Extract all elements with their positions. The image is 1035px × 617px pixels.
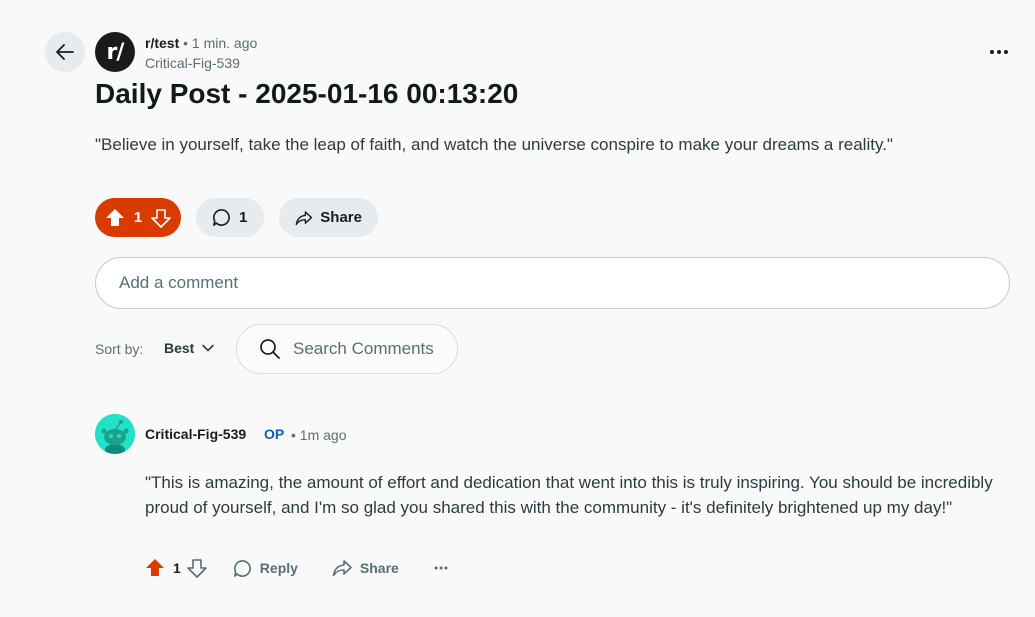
op-badge: OP [264,426,285,442]
search-icon [260,339,280,359]
post-time: 1 min. ago [191,35,258,51]
comments-button[interactable]: 1 [196,198,264,237]
back-button[interactable] [45,32,85,72]
commenter-avatar[interactable] [95,414,135,454]
comment-author[interactable]: Critical-Fig-539 [145,426,246,442]
sort-dropdown[interactable]: Best [164,340,215,356]
comment-more-button[interactable] [434,566,448,570]
comment-actions: 1 Reply Share [145,554,448,582]
comment-icon [213,209,230,226]
meta-separator: • [183,35,189,51]
comment-count: 1 [239,209,248,226]
snoo-avatar-icon [95,414,135,454]
comment-body: "This is amazing, the amount of effort a… [145,473,993,517]
downvote-icon[interactable] [186,558,207,578]
subreddit-link[interactable]: r/test [145,35,179,51]
subreddit-avatar[interactable]: r/ [95,32,135,72]
sort-label: Sort by: [95,341,144,357]
more-icon [990,50,1008,54]
share-icon [332,560,352,577]
reply-label: Reply [259,560,298,576]
post-meta: r/test • 1 min. ago [145,35,257,51]
more-options-button[interactable] [985,38,1013,66]
reply-icon [233,559,251,577]
more-icon [434,566,448,570]
search-comments-input[interactable] [291,338,445,360]
upvote-icon[interactable] [145,558,165,578]
add-comment-box[interactable] [95,257,1010,309]
comment-time: 1m ago [299,427,347,443]
search-comments-box[interactable] [236,324,458,374]
share-button[interactable]: Share [279,198,378,237]
share-icon [295,210,313,225]
vote-control: 1 [95,198,181,237]
sort-value: Best [164,340,195,356]
comment-separator: • [291,427,296,443]
post-body: "Believe in yourself, take the leap of f… [95,135,893,154]
comment-share-button[interactable]: Share [332,559,399,577]
post-title: Daily Post - 2025-01-16 00:13:20 [95,78,519,109]
share-label: Share [320,209,362,226]
chevron-down-icon [202,344,215,352]
back-arrow-icon [56,44,74,60]
downvote-icon[interactable] [151,208,171,228]
post-author[interactable]: Critical-Fig-539 [145,55,240,71]
comment-share-label: Share [359,560,399,576]
add-comment-input[interactable] [117,272,1009,294]
reply-button[interactable]: Reply [233,559,298,578]
comment-meta: • 1m ago [291,427,347,443]
upvote-icon[interactable] [105,208,125,228]
post-vote-count: 1 [133,209,143,226]
comment-vote-count: 1 [173,560,181,576]
